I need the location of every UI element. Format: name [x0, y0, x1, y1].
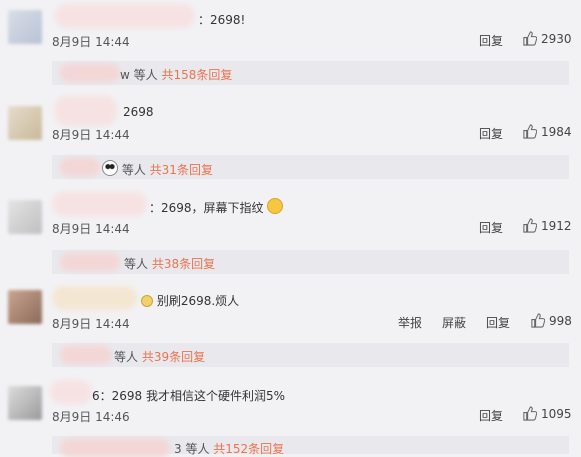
reply-users-redacted	[60, 253, 120, 271]
reply-users-redacted	[60, 64, 120, 82]
like-button[interactable]: 2930	[522, 31, 572, 46]
replies-label: w 等人 共158条回复	[120, 66, 232, 83]
reply-users-redacted	[60, 158, 100, 176]
reply-button[interactable]: 回复	[479, 125, 503, 142]
replies-count: 共158条回复	[161, 68, 233, 82]
replies-label: 等人 共31条回复	[102, 160, 213, 178]
like-count: 1095	[541, 406, 572, 421]
replies-summary: w 等人	[120, 68, 158, 82]
avatar[interactable]	[8, 200, 42, 234]
avatar[interactable]	[8, 290, 42, 324]
thumbs-up-icon	[523, 124, 537, 139]
replies-count: 共38条回复	[151, 257, 216, 271]
thumbs-up-icon	[523, 31, 537, 46]
comment-item: ：2698，屏幕下指纹 8月9日 14:44 回复 1912 等人 共38条回复	[0, 186, 581, 278]
comment-text: 别刷2698.烦人	[141, 292, 239, 309]
thumbs-up-icon	[523, 218, 537, 233]
avatar[interactable]	[8, 106, 42, 140]
reply-button[interactable]: 回复	[479, 219, 503, 236]
replies-count: 共39条回复	[141, 350, 206, 364]
comment-time: 8月9日 14:46	[52, 410, 130, 424]
laughing-emoji-icon	[267, 198, 284, 214]
user-badge-icon	[141, 295, 153, 307]
like-count: 1984	[541, 124, 572, 139]
like-button[interactable]: 998	[530, 313, 572, 328]
username-redacted[interactable]	[55, 4, 195, 28]
username-redacted[interactable]	[50, 380, 92, 404]
comment-time: 8月9日 14:44	[52, 222, 130, 236]
like-button[interactable]: 1912	[522, 218, 572, 233]
comment-text: ：2698，屏幕下指纹	[149, 198, 284, 216]
comment-time: 8月9日 14:44	[52, 317, 130, 331]
comment-text: 6：2698 我才相信这个硬件利润5%	[92, 389, 286, 403]
avatar[interactable]	[8, 386, 42, 420]
comment-time: 8月9日 14:44	[52, 35, 130, 49]
username-redacted[interactable]	[52, 286, 137, 310]
replies-summary: 等人	[121, 163, 146, 177]
comment-item: 2698 8月9日 14:44 回复 1984 等人 共31条回复	[0, 92, 581, 184]
replies-bar[interactable]: w 等人 共158条回复	[52, 61, 569, 85]
replies-bar[interactable]: 等人 共38条回复	[52, 250, 569, 274]
like-button[interactable]: 1095	[522, 406, 572, 421]
replies-summary: 等人	[124, 257, 149, 271]
username-redacted[interactable]	[55, 96, 117, 126]
replies-count: 共31条回复	[149, 163, 213, 177]
report-button[interactable]: 举报	[398, 314, 422, 331]
replies-bar[interactable]: 3 等人 共152条回复	[52, 436, 569, 457]
comment-item: 6：2698 我才相信这个硬件利润5% 8月9日 14:46 回复 1095 3…	[0, 374, 581, 457]
thumbs-up-icon	[523, 406, 537, 421]
replies-label: 等人 共39条回复	[114, 348, 205, 365]
username-redacted[interactable]	[52, 192, 147, 216]
reply-button[interactable]: 回复	[479, 407, 503, 424]
like-count: 998	[549, 313, 572, 328]
replies-bar[interactable]: 等人 共39条回复	[52, 343, 569, 367]
reply-button[interactable]: 回复	[486, 314, 510, 331]
comment-text: ：2698!	[198, 13, 246, 27]
reply-users-redacted	[60, 439, 170, 457]
replies-label: 等人 共38条回复	[124, 255, 215, 272]
comment-text: 2698	[123, 105, 154, 119]
replies-summary: 等人	[114, 350, 139, 364]
replies-bar[interactable]: 等人 共31条回复	[52, 155, 569, 179]
comment-time: 8月9日 14:44	[52, 128, 130, 142]
replies-label: 3 等人 共152条回复	[174, 440, 284, 457]
like-count: 1912	[541, 218, 572, 233]
thumbs-up-icon	[531, 313, 545, 328]
reply-users-redacted	[60, 346, 112, 364]
comment-item: 别刷2698.烦人 8月9日 14:44 举报 屏蔽 回复 998 等人 共39…	[0, 280, 581, 372]
like-count: 2930	[541, 31, 572, 46]
like-button[interactable]: 1984	[522, 124, 572, 139]
comment-item: ：2698! 8月9日 14:44 回复 2930 w 等人 共158条回复	[0, 0, 581, 90]
avatar[interactable]	[8, 10, 42, 44]
reply-button[interactable]: 回复	[479, 32, 503, 49]
block-button[interactable]: 屏蔽	[442, 314, 466, 331]
panda-emoji-icon	[102, 160, 118, 176]
